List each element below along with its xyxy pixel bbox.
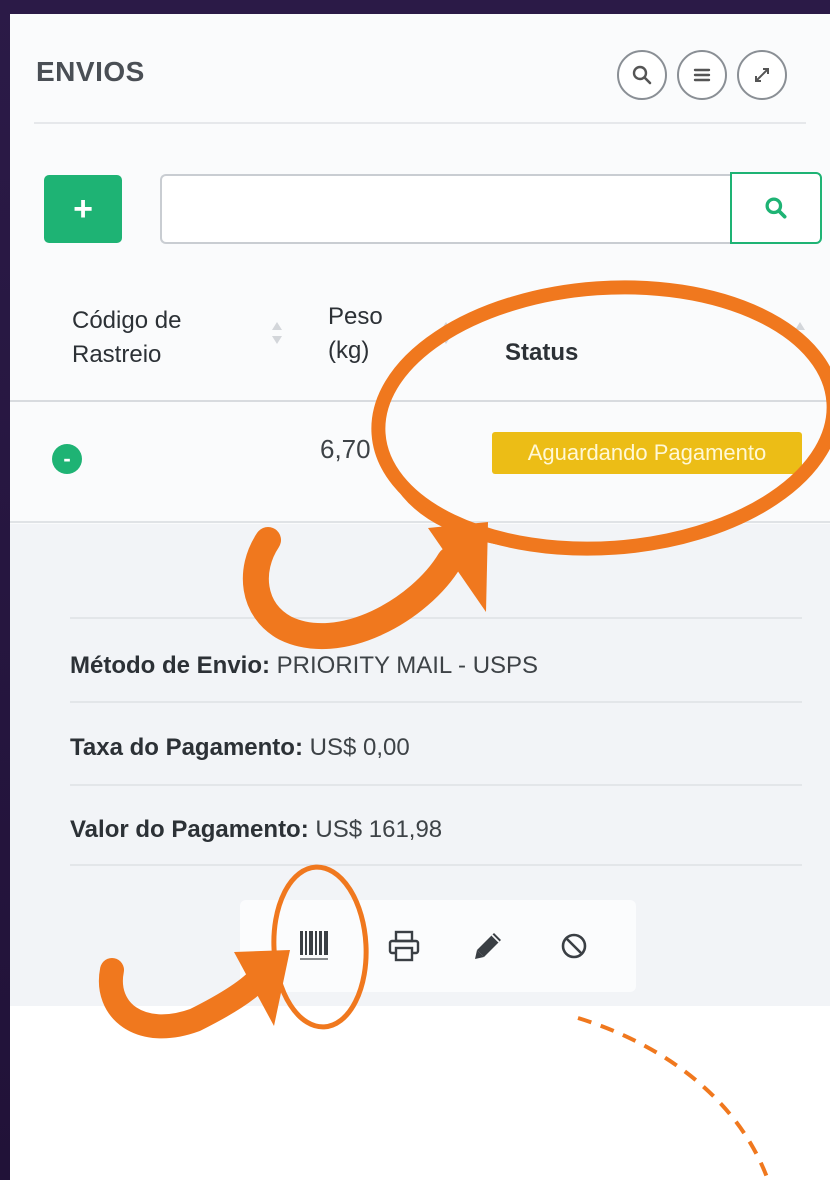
page-title: ENVIOS: [36, 56, 145, 87]
detail-label: Valor do Pagamento:: [70, 816, 309, 843]
detail-value: PRIORITY MAIL - USPS: [276, 652, 539, 679]
sort-icon[interactable]: [794, 320, 806, 346]
column-header-line: Código de: [72, 307, 182, 334]
sort-icon[interactable]: [271, 320, 283, 346]
detail-label: Método de Envio:: [70, 652, 270, 679]
detail-payment-amount: Valor do Pagamento: US$ 161,98: [70, 816, 442, 844]
cancel-button[interactable]: [550, 922, 598, 970]
print-button[interactable]: [380, 922, 428, 970]
search-icon: [765, 197, 787, 219]
row-divider: [10, 521, 830, 523]
row-expand-button[interactable]: -: [52, 444, 82, 474]
detail-separator: [70, 617, 802, 619]
status-badge: Aguardando Pagamento: [492, 432, 802, 474]
search-button[interactable]: [730, 172, 822, 244]
barcode-icon: [300, 931, 328, 960]
header-expand-button[interactable]: [737, 50, 787, 100]
add-shipment-button[interactable]: +: [44, 175, 122, 243]
column-header-line: Peso: [328, 303, 383, 330]
search-icon: [632, 65, 652, 85]
table-cell-weight: 6,70: [320, 434, 371, 464]
header-divider: [34, 122, 806, 124]
column-header-line: Status: [505, 339, 579, 366]
header-menu-button[interactable]: [677, 50, 727, 100]
sort-icon[interactable]: [440, 320, 452, 346]
detail-label: Taxa do Pagamento:: [70, 734, 303, 761]
printer-icon: [388, 930, 420, 962]
search-input[interactable]: [160, 174, 732, 244]
edit-button[interactable]: [464, 922, 512, 970]
column-header-tracking-code[interactable]: Código de Rastreio: [72, 304, 181, 372]
panel-header: ENVIOS: [10, 14, 830, 124]
cancel-icon: [561, 933, 587, 959]
pencil-icon: [475, 933, 501, 959]
shipments-panel: ENVIOS + Código de Rastreio Peso (kg) St…: [10, 14, 830, 1180]
row-actions-toolbar: [240, 900, 636, 992]
header-search-button[interactable]: [617, 50, 667, 100]
barcode-button[interactable]: [290, 922, 338, 970]
detail-shipping-method: Método de Envio: PRIORITY MAIL - USPS: [70, 652, 538, 680]
detail-separator: [70, 784, 802, 786]
detail-payment-fee: Taxa do Pagamento: US$ 0,00: [70, 734, 410, 762]
table-header-divider: [10, 400, 830, 402]
detail-separator: [70, 864, 802, 866]
column-header-status[interactable]: Status: [505, 336, 578, 370]
column-header-weight[interactable]: Peso (kg): [328, 300, 383, 368]
column-header-line: (kg): [328, 337, 370, 364]
detail-separator: [70, 701, 802, 703]
column-header-line: Rastreio: [72, 341, 162, 368]
expand-icon: [755, 68, 769, 82]
menu-icon: [693, 68, 711, 82]
blank-area: [10, 1006, 830, 1180]
detail-value: US$ 0,00: [309, 734, 410, 761]
detail-value: US$ 161,98: [315, 816, 443, 843]
